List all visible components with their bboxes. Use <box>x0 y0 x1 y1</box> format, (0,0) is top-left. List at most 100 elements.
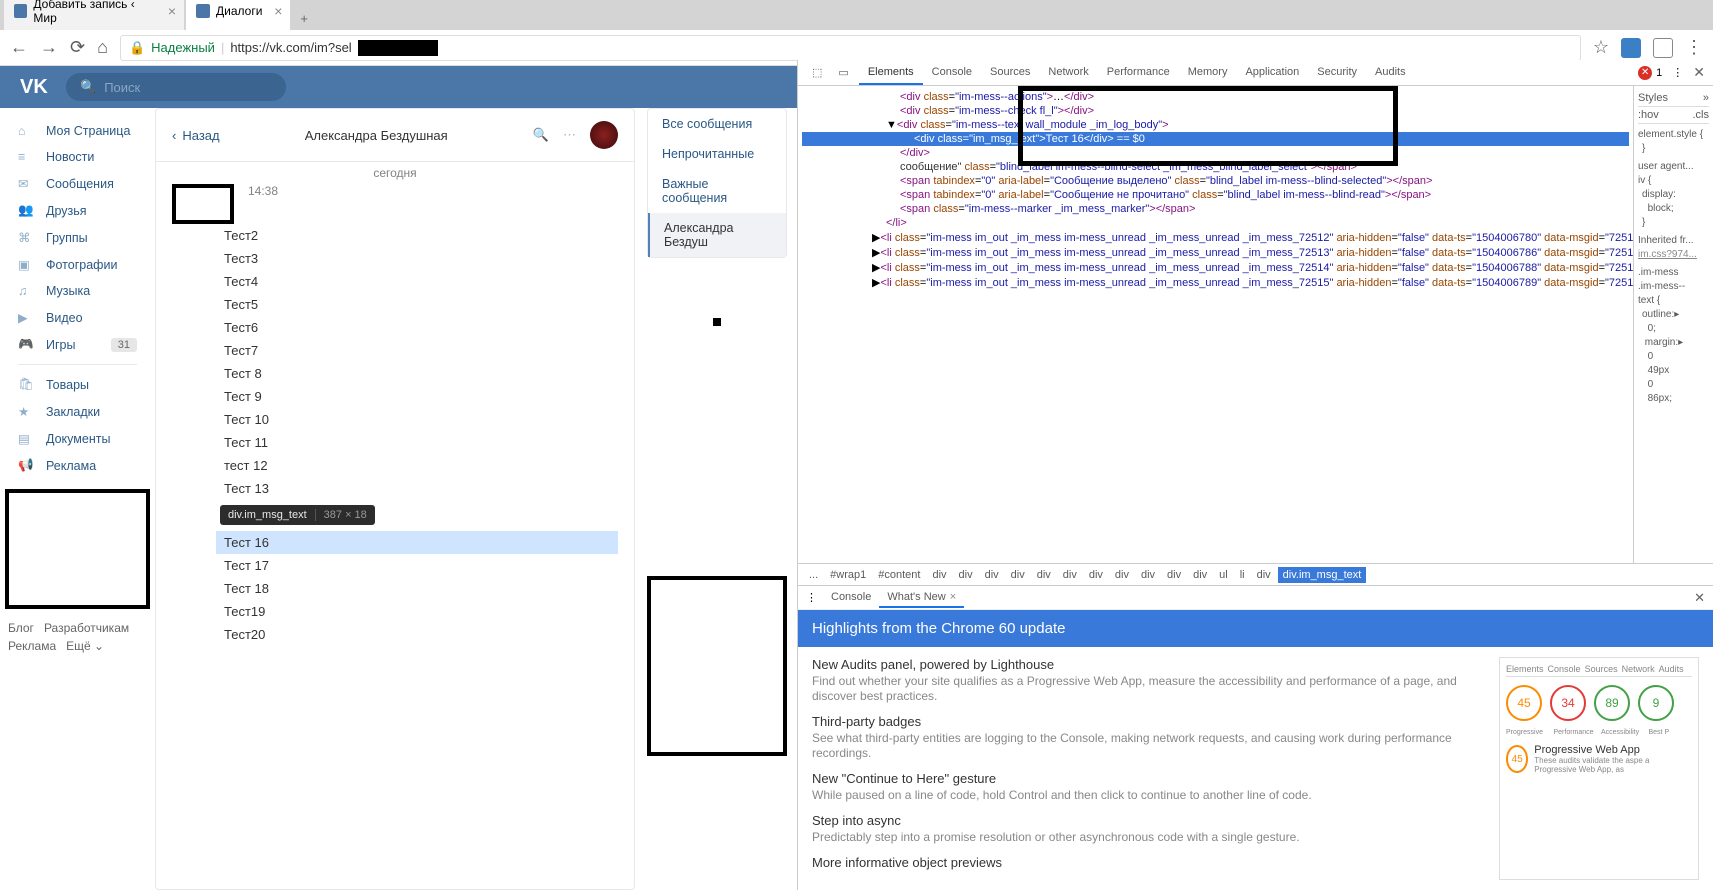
code-line[interactable]: ▶<li class="im-mess im_out _im_mess im-m… <box>802 230 1629 245</box>
breadcrumb-item[interactable]: div <box>1188 567 1212 583</box>
devtools-tab[interactable]: Memory <box>1179 61 1237 85</box>
avatar[interactable] <box>590 121 618 149</box>
sidebar-item[interactable]: 🛍Товары <box>0 371 155 398</box>
breadcrumb[interactable]: ...#wrap1#contentdivdivdivdivdivdivdivdi… <box>798 563 1713 585</box>
breadcrumb-item[interactable]: div <box>1084 567 1108 583</box>
device-toggle-icon[interactable]: ▭ <box>832 66 854 79</box>
sidebar-item[interactable]: 📢Реклама <box>0 452 155 479</box>
star-icon[interactable]: ☆ <box>1593 37 1609 58</box>
filter-item[interactable]: Все сообщения <box>648 109 786 139</box>
breadcrumb-item[interactable]: ... <box>804 567 823 583</box>
message[interactable]: Тест2 <box>216 224 618 247</box>
message[interactable]: Тест 8 <box>216 362 618 385</box>
message[interactable]: Тест3 <box>216 247 618 270</box>
error-badge[interactable]: ✕ <box>1638 66 1652 80</box>
more-icon[interactable]: ⋯ <box>563 127 576 143</box>
message[interactable]: Тест20 <box>216 623 618 646</box>
sidebar-item[interactable]: ▤Документы <box>0 425 155 452</box>
filter-item[interactable]: Александра Бездуш <box>648 213 786 257</box>
breadcrumb-item[interactable]: div <box>1110 567 1134 583</box>
drawer-close[interactable]: ✕ <box>1694 590 1705 606</box>
sidebar-item[interactable]: ⌂Моя Страница <box>0 118 155 144</box>
devtools-close[interactable]: ✕ <box>1693 64 1705 81</box>
message[interactable]: Тест5 <box>216 293 618 316</box>
extension-icon[interactable] <box>1621 38 1641 58</box>
more-icon[interactable]: » <box>1703 92 1709 104</box>
code-line[interactable]: <span tabindex="0" aria-label="Сообщение… <box>802 188 1629 202</box>
address-bar[interactable]: 🔒 Надежный | https://vk.com/im?sel <box>120 35 1581 61</box>
elements-tree[interactable]: <div class="im-mess--actions">…</div><di… <box>798 86 1633 563</box>
filter-item[interactable]: Непрочитанные <box>648 139 786 169</box>
inspect-icon[interactable]: ⬚ <box>806 66 828 79</box>
message[interactable]: Тест 10 <box>216 408 618 431</box>
message[interactable]: Тест 9 <box>216 385 618 408</box>
drawer-tab[interactable]: Console <box>823 588 879 608</box>
breadcrumb-item[interactable]: ul <box>1214 567 1233 583</box>
breadcrumb-item[interactable]: div.im_msg_text <box>1278 567 1367 583</box>
new-tab-button[interactable]: + <box>292 7 316 30</box>
style-rule[interactable]: user agent... iv {display: block; } <box>1638 160 1709 230</box>
vk-logo[interactable]: VK <box>20 76 50 99</box>
breadcrumb-item[interactable]: div <box>954 567 978 583</box>
devtools-tab[interactable]: Application <box>1236 61 1308 85</box>
code-line[interactable]: </li> <box>802 216 1629 230</box>
message[interactable]: Тест6 <box>216 316 618 339</box>
devtools-tab[interactable]: Audits <box>1366 61 1415 85</box>
devtools-tab[interactable]: Security <box>1308 61 1366 85</box>
message[interactable]: Тест 13 <box>216 477 618 500</box>
close-icon[interactable]: × <box>168 3 176 19</box>
style-rule[interactable]: element.style {} <box>1638 128 1709 156</box>
styles-panel[interactable]: Styles » :hov .cls element.style {}user … <box>1633 86 1713 563</box>
back-link[interactable]: ‹ Назад <box>172 128 220 143</box>
sidebar-item[interactable]: ⌘Группы <box>0 224 155 251</box>
breadcrumb-item[interactable]: li <box>1235 567 1250 583</box>
close-icon[interactable]: × <box>274 3 282 19</box>
message[interactable]: Тест4 <box>216 270 618 293</box>
devtools-tab[interactable]: Sources <box>981 61 1039 85</box>
breadcrumb-item[interactable]: div <box>1136 567 1160 583</box>
close-icon[interactable]: × <box>950 591 956 603</box>
devtools-tab[interactable]: Elements <box>859 61 923 85</box>
style-rule[interactable]: Inherited fr...im.css?974... <box>1638 234 1709 262</box>
devtools-tab[interactable]: Console <box>923 61 981 85</box>
search-icon[interactable]: 🔍 <box>533 127 549 143</box>
drawer-menu-icon[interactable]: ⋮ <box>806 591 817 604</box>
sidebar-item[interactable]: 🎮Игры31 <box>0 331 155 358</box>
devtools-tab[interactable]: Network <box>1039 61 1097 85</box>
code-line[interactable]: ▶<li class="im-mess im_out _im_mess im-m… <box>802 275 1629 290</box>
sidebar-item[interactable]: ≡Новости <box>0 144 155 170</box>
sidebar-item[interactable]: ▣Фотографии <box>0 251 155 278</box>
breadcrumb-item[interactable]: div <box>1032 567 1056 583</box>
breadcrumb-item[interactable]: div <box>1006 567 1030 583</box>
home-button[interactable]: ⌂ <box>97 37 108 58</box>
message[interactable]: Тест19 <box>216 600 618 623</box>
code-line[interactable]: <span tabindex="0" aria-label="Сообщение… <box>802 174 1629 188</box>
message[interactable]: Тест7 <box>216 339 618 362</box>
message[interactable]: Тест 16div.im_msg_text387 × 18 <box>216 531 618 554</box>
devtools-menu-icon[interactable]: ⋮ <box>1666 66 1689 79</box>
sidebar-item[interactable]: ▶Видео <box>0 304 155 331</box>
breadcrumb-item[interactable]: div <box>980 567 1004 583</box>
style-rule[interactable]: .im-mess .im-mess-- text {outline:▸ 0; m… <box>1638 266 1709 406</box>
message[interactable]: Тест 18 <box>216 577 618 600</box>
reload-button[interactable]: ⟳ <box>70 37 85 58</box>
extension-icon-2[interactable] <box>1653 38 1673 58</box>
sidebar-item[interactable]: ♫Музыка <box>0 278 155 304</box>
code-line[interactable]: ▶<li class="im-mess im_out _im_mess im-m… <box>802 260 1629 275</box>
message[interactable]: Тест 17 <box>216 554 618 577</box>
menu-icon[interactable]: ⋮ <box>1685 37 1703 58</box>
devtools-tab[interactable]: Performance <box>1098 61 1179 85</box>
message[interactable]: тест 12 <box>216 454 618 477</box>
message[interactable]: Тест 11 <box>216 431 618 454</box>
browser-tab[interactable]: Добавить запись ‹ Мир× <box>4 0 184 30</box>
search-input[interactable]: 🔍 Поиск <box>66 73 286 101</box>
sidebar-item[interactable]: 👥Друзья <box>0 197 155 224</box>
back-button[interactable]: ← <box>10 37 28 58</box>
code-line[interactable]: ▶<li class="im-mess im_out _im_mess im-m… <box>802 245 1629 260</box>
sidebar-item[interactable]: ★Закладки <box>0 398 155 425</box>
forward-button[interactable]: → <box>40 37 58 58</box>
breadcrumb-item[interactable]: div <box>1058 567 1082 583</box>
breadcrumb-item[interactable]: #content <box>873 567 925 583</box>
drawer-tab[interactable]: What's New× <box>879 588 964 608</box>
breadcrumb-item[interactable]: div <box>927 567 951 583</box>
